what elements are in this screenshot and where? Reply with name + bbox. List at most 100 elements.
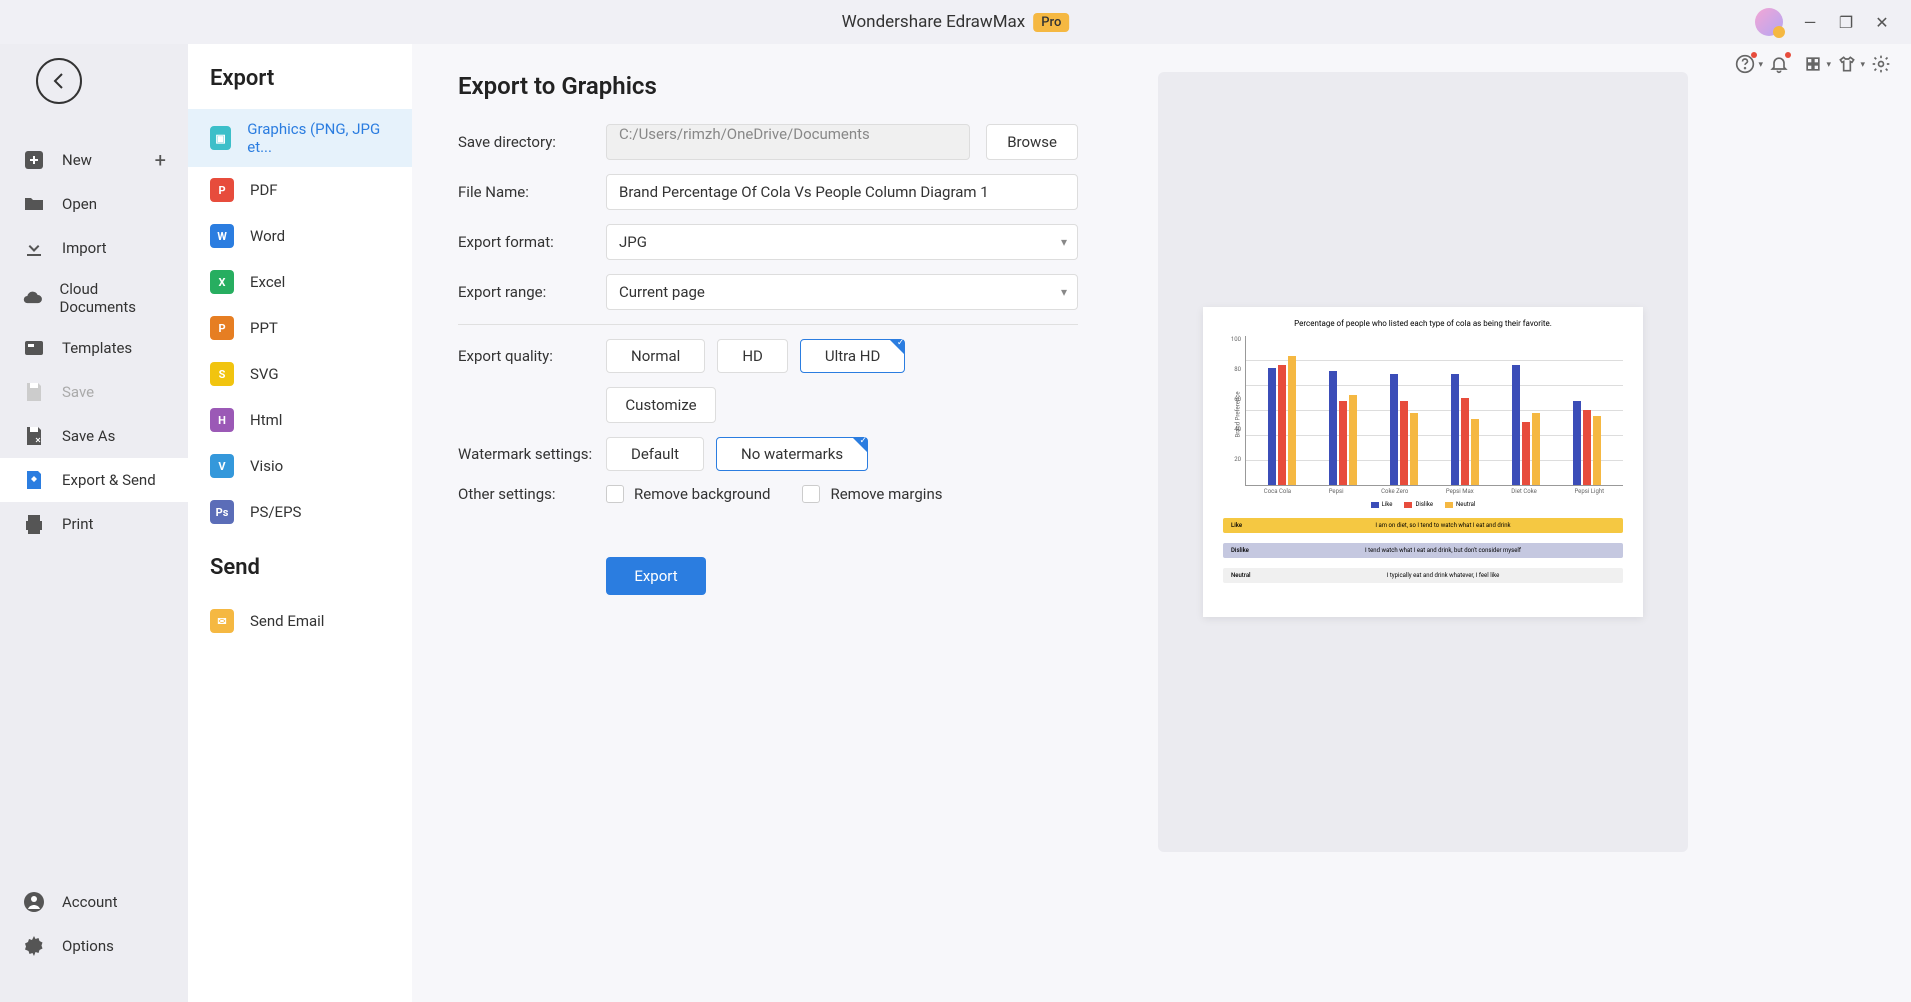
export-item-svg[interactable]: S SVG — [188, 351, 412, 397]
mid-label: PS/EPS — [250, 503, 301, 521]
customize-button[interactable]: Customize — [606, 387, 716, 423]
y-axis: Brand Preference 100 80 60 40 20 — [1223, 336, 1245, 486]
export-item-html[interactable]: H Html — [188, 397, 412, 443]
cloud-icon — [22, 286, 43, 310]
image-icon: ▣ — [210, 126, 231, 150]
ps-icon: Ps — [210, 500, 234, 524]
ppt-icon: P — [210, 316, 234, 340]
mid-label: SVG — [250, 365, 279, 383]
remove-bg-checkbox[interactable]: Remove background — [606, 485, 770, 503]
sidebar-item-print[interactable]: Print — [0, 502, 188, 546]
excel-icon: X — [210, 270, 234, 294]
sidebar-item-new[interactable]: New + — [0, 138, 188, 182]
html-icon: H — [210, 408, 234, 432]
tshirt-icon[interactable]: ▾ — [1837, 54, 1857, 74]
plus-icon[interactable]: + — [155, 148, 166, 172]
toolbar-right: ▾ ▾ ▾ — [1735, 54, 1891, 74]
mid-label: Excel — [250, 273, 285, 291]
mid-label: Graphics (PNG, JPG et... — [247, 120, 390, 156]
watermark-none[interactable]: No watermarks — [716, 437, 868, 471]
browse-button[interactable]: Browse — [986, 124, 1078, 160]
mid-label: Html — [250, 411, 282, 429]
save-as-icon — [22, 424, 46, 448]
chart-title: Percentage of people who listed each typ… — [1223, 319, 1623, 328]
export-item-graphics[interactable]: ▣ Graphics (PNG, JPG et... — [188, 109, 412, 167]
sidebar-item-export-send[interactable]: Export & Send — [0, 458, 188, 502]
quality-ultra-hd[interactable]: Ultra HD — [800, 339, 906, 373]
sidebar-label: Export & Send — [62, 471, 156, 489]
export-item-visio[interactable]: V Visio — [188, 443, 412, 489]
templates-icon — [22, 336, 46, 360]
avatar-icon[interactable] — [1755, 8, 1783, 36]
export-item-ps[interactable]: Ps PS/EPS — [188, 489, 412, 535]
export-item-word[interactable]: W Word — [188, 213, 412, 259]
bell-icon[interactable] — [1769, 54, 1789, 74]
import-icon — [22, 236, 46, 260]
quality-normal[interactable]: Normal — [606, 339, 705, 373]
send-header: Send — [188, 555, 412, 598]
save-dir-input: C:/Users/rimzh/OneDrive/Documents — [606, 124, 970, 160]
visio-icon: V — [210, 454, 234, 478]
quality-hd[interactable]: HD — [717, 339, 788, 373]
range-select[interactable]: Current page — [606, 274, 1078, 310]
pdf-icon: P — [210, 178, 234, 202]
range-label: Export range: — [458, 283, 606, 301]
filename-input[interactable] — [606, 174, 1078, 210]
sidebar-label: Cloud Documents — [59, 280, 166, 316]
gear-icon[interactable] — [1871, 54, 1891, 74]
checkbox-icon — [606, 485, 624, 503]
format-label: Export format: — [458, 233, 606, 251]
export-header: Export — [188, 66, 412, 109]
sidebar-label: Templates — [62, 339, 132, 357]
remove-margins-checkbox[interactable]: Remove margins — [802, 485, 942, 503]
sidebar-mid: Export ▣ Graphics (PNG, JPG et... P PDF … — [188, 44, 412, 1002]
x-axis-labels: Coca ColaPepsiCoke ZeroPepsi MaxDiet Cok… — [1223, 488, 1623, 495]
back-button[interactable] — [36, 58, 82, 104]
maximize-button[interactable]: ❐ — [1837, 13, 1855, 31]
filename-label: File Name: — [458, 183, 606, 201]
format-select[interactable]: JPG — [606, 224, 1078, 260]
app-title: Wondershare EdrawMax — [842, 12, 1026, 32]
sidebar-label: Open — [62, 195, 97, 213]
command-icon[interactable]: ▾ — [1803, 54, 1823, 74]
plus-box-icon — [22, 148, 46, 172]
export-item-excel[interactable]: X Excel — [188, 259, 412, 305]
save-icon — [22, 380, 46, 404]
titlebar: Wondershare EdrawMax Pro — ❐ ✕ — [0, 0, 1911, 44]
sidebar-label: Options — [62, 937, 114, 955]
checkbox-icon — [802, 485, 820, 503]
mid-label: Word — [250, 227, 285, 245]
sidebar-item-import[interactable]: Import — [0, 226, 188, 270]
svg-icon: S — [210, 362, 234, 386]
sidebar-item-options[interactable]: Options — [0, 924, 188, 968]
other-label: Other settings: — [458, 485, 606, 503]
sidebar-label: Account — [62, 893, 118, 911]
help-icon[interactable]: ▾ — [1735, 54, 1755, 74]
sidebar-label: Print — [62, 515, 93, 533]
close-button[interactable]: ✕ — [1873, 13, 1891, 31]
save-dir-label: Save directory: — [458, 133, 606, 151]
sidebar-item-account[interactable]: Account — [0, 880, 188, 924]
watermark-default[interactable]: Default — [606, 437, 704, 471]
email-icon: ✉ — [210, 609, 234, 633]
word-icon: W — [210, 224, 234, 248]
sidebar-label: New — [62, 151, 92, 169]
minimize-button[interactable]: — — [1801, 13, 1819, 31]
export-item-ppt[interactable]: P PPT — [188, 305, 412, 351]
sidebar-item-open[interactable]: Open — [0, 182, 188, 226]
sidebar-item-save-as[interactable]: Save As — [0, 414, 188, 458]
pro-badge: Pro — [1033, 13, 1069, 32]
gear-icon — [22, 934, 46, 958]
watermark-label: Watermark settings: — [458, 445, 606, 463]
window-controls: — ❐ ✕ — [1755, 8, 1891, 36]
export-button[interactable]: Export — [606, 557, 706, 595]
sidebar-item-templates[interactable]: Templates — [0, 326, 188, 370]
preview-image: Percentage of people who listed each typ… — [1203, 307, 1643, 617]
export-icon — [22, 468, 46, 492]
mid-label: Send Email — [250, 612, 324, 630]
page-title: Export to Graphics — [458, 72, 1078, 100]
sidebar-item-cloud[interactable]: Cloud Documents — [0, 270, 188, 326]
sidebar-left: New + Open Import Cloud Documents Templa… — [0, 44, 188, 1002]
send-item-email[interactable]: ✉ Send Email — [188, 598, 412, 644]
export-item-pdf[interactable]: P PDF — [188, 167, 412, 213]
